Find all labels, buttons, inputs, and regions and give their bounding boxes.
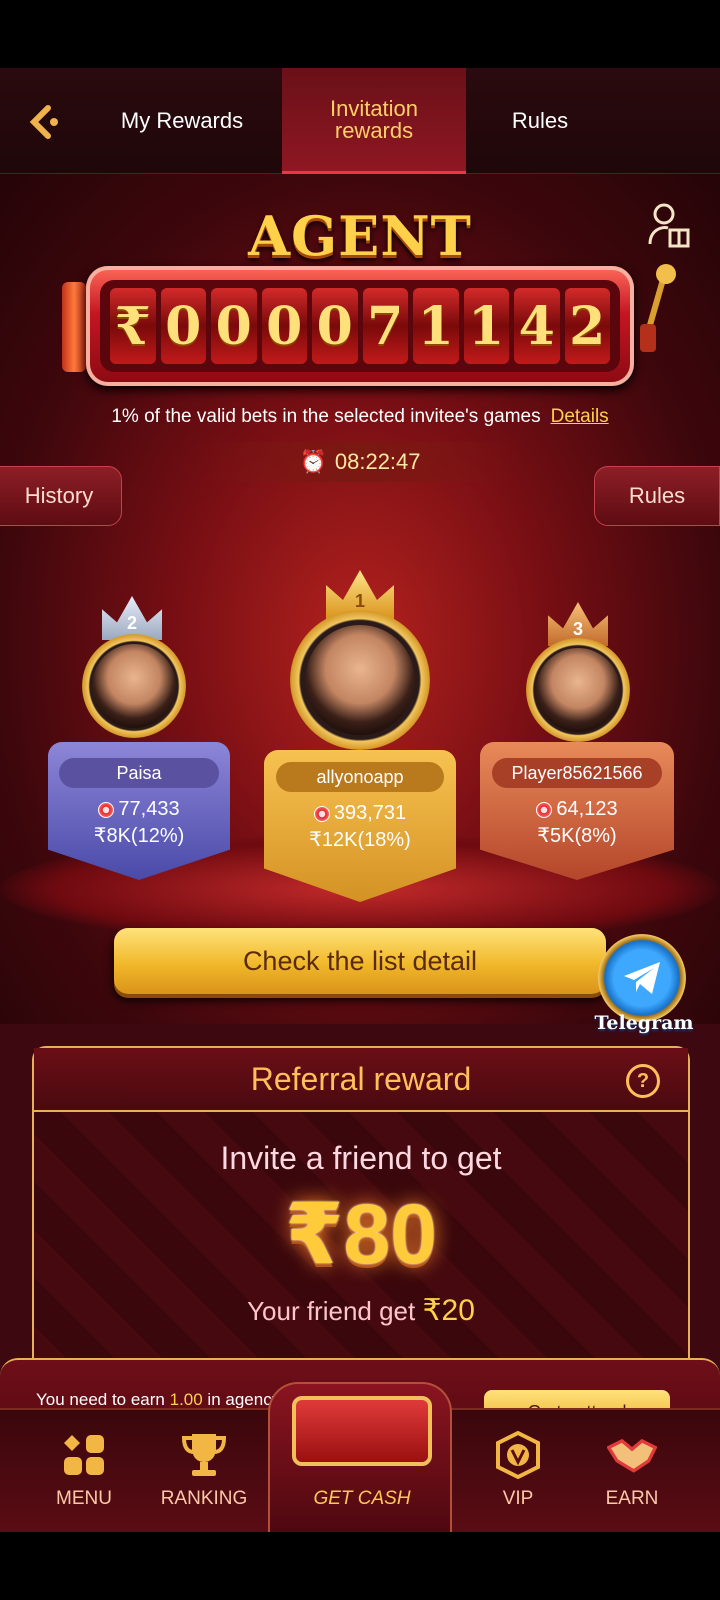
chip-icon (313, 805, 330, 822)
chip-icon (536, 801, 553, 818)
nav-earn[interactable]: EARN (572, 1410, 692, 1532)
handshake-icon (607, 1430, 657, 1480)
help-icon[interactable]: ? (626, 1064, 660, 1098)
app-screen: My Rewards Invitation rewards Rules AGEN… (0, 68, 720, 1532)
referral-amount: ₹80 (285, 1187, 437, 1281)
jackpot-hero: AGENT JACKPOT ₹ 0 0 0 0 7 1 1 4 2 1% of (0, 174, 720, 1024)
avatar (305, 625, 415, 735)
nav-menu[interactable]: MENU (24, 1410, 144, 1532)
avatar-frame (82, 634, 186, 738)
nav-get-cash[interactable]: GET CASH (268, 1382, 452, 1532)
bottom-nav: MENU RANKING GET CASH VIP EARN (0, 1382, 720, 1532)
player-name: allyonoapp (276, 762, 444, 792)
slot-lever-icon (640, 264, 676, 352)
friend-reward-text: Your friend get ₹20 (247, 1294, 475, 1327)
countdown-timer: ⏰ 08:22:47 (200, 442, 520, 482)
jackpot-digit: 0 (261, 288, 307, 364)
jackpot-description: 1% of the valid bets in the selected inv… (111, 406, 609, 427)
check-list-detail-button[interactable]: Check the list detail (114, 928, 606, 994)
tab-invitation-rewards[interactable]: Invitation rewards (282, 68, 466, 174)
jackpot-counter: ₹ 0 0 0 0 7 1 1 4 2 (100, 280, 620, 372)
treasure-chest-icon (292, 1396, 432, 1466)
details-link[interactable]: Details (551, 406, 609, 427)
avatar-frame (290, 610, 430, 750)
nav-vip[interactable]: VIP (458, 1410, 578, 1532)
telegram-label[interactable]: Telegram (584, 1012, 704, 1034)
jackpot-digit: 1 (463, 288, 509, 364)
player-name: Player85621566 (492, 758, 662, 788)
jackpot-digit: 2 (564, 288, 610, 364)
jackpot-digit: 1 (413, 288, 459, 364)
player-reward: ₹12K(18%) (309, 829, 411, 851)
gift-user-icon[interactable] (648, 202, 690, 248)
avatar (536, 648, 620, 732)
vip-badge-icon (493, 1430, 543, 1480)
history-button[interactable]: History (0, 466, 122, 526)
top-bar: My Rewards Invitation rewards Rules (0, 68, 720, 174)
jackpot-digit: 0 (211, 288, 257, 364)
jackpot-digit: 7 (362, 288, 408, 364)
jackpot-digit: 4 (514, 288, 560, 364)
chip-icon (98, 801, 115, 818)
nav-ranking[interactable]: RANKING (144, 1410, 264, 1532)
player-reward: ₹8K(12%) (93, 825, 185, 847)
dynamite-icon (62, 282, 86, 372)
avatar (92, 644, 176, 728)
jackpot-digit: 0 (312, 288, 358, 364)
tab-my-rewards[interactable]: My Rewards (100, 68, 264, 174)
invite-text: Invite a friend to get (220, 1140, 502, 1176)
player-score: 77,433 (98, 798, 180, 821)
referral-reward-panel: Referral reward ? Invite a friend to get… (32, 1046, 690, 1376)
jackpot-digit: 0 (160, 288, 206, 364)
trophy-icon (179, 1430, 229, 1480)
jackpot-currency: ₹ (110, 288, 156, 364)
referral-header: Referral reward ? (34, 1048, 688, 1112)
tab-rules[interactable]: Rules (480, 68, 600, 174)
player-name: Paisa (59, 758, 219, 788)
player-score: 393,731 (313, 802, 406, 825)
telegram-icon[interactable] (598, 934, 686, 1022)
menu-grid-icon (59, 1430, 109, 1480)
alarm-clock-icon: ⏰ (299, 449, 327, 474)
referral-title: Referral reward (250, 1060, 472, 1097)
player-score: 64,123 (536, 798, 618, 821)
back-icon[interactable] (24, 102, 64, 142)
player-reward: ₹5K(8%) (537, 825, 617, 847)
avatar-frame (526, 638, 630, 742)
rules-button[interactable]: Rules (594, 466, 720, 526)
